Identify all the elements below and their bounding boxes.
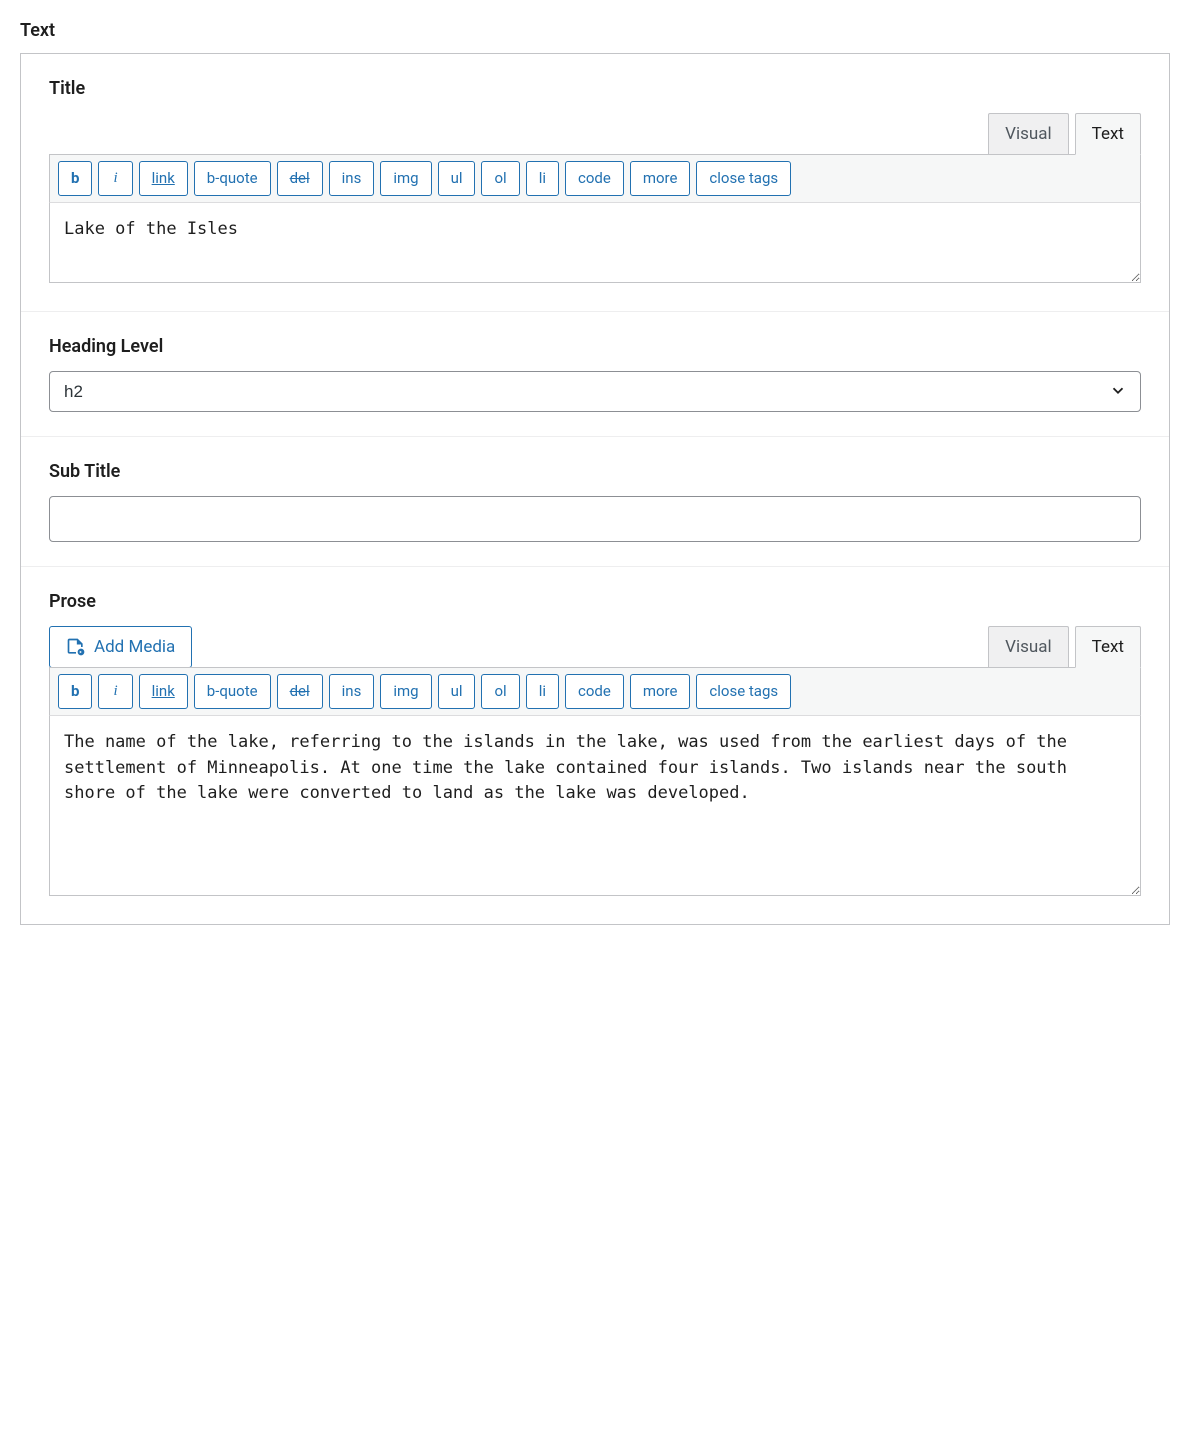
bold-button[interactable]: b [58, 161, 92, 196]
more-button[interactable]: more [630, 161, 691, 196]
del-button[interactable]: del [277, 161, 323, 196]
tab-text[interactable]: Text [1075, 113, 1141, 155]
prose-editor-tabs: Visual Text [982, 626, 1141, 668]
link-button[interactable]: link [139, 161, 188, 196]
link-button[interactable]: link [139, 674, 188, 709]
close-tags-button[interactable]: close tags [696, 161, 791, 196]
img-button[interactable]: img [380, 161, 431, 196]
add-media-label: Add Media [94, 637, 175, 657]
prose-toolbar: b i link b-quote del ins img ul ol li co… [49, 667, 1141, 716]
li-button[interactable]: li [526, 161, 559, 196]
img-button[interactable]: img [380, 674, 431, 709]
title-editor-tabs: Visual Text [49, 113, 1141, 155]
ul-button[interactable]: ul [438, 161, 476, 196]
heading-level-field-block: Heading Level h2 [21, 312, 1169, 437]
title-toolbar: b i link b-quote del ins img ul ol li co… [49, 154, 1141, 203]
fields-container: Title Visual Text b i link b-quote del i… [20, 53, 1170, 925]
prose-field-block: Prose Add Media Visual Text b i link b-q… [21, 567, 1169, 924]
del-button[interactable]: del [277, 674, 323, 709]
tab-text[interactable]: Text [1075, 626, 1141, 668]
heading-level-select[interactable]: h2 [49, 371, 1141, 412]
bquote-button[interactable]: b-quote [194, 674, 271, 709]
subtitle-field-block: Sub Title [21, 437, 1169, 567]
code-button[interactable]: code [565, 161, 624, 196]
media-icon [66, 637, 86, 657]
ul-button[interactable]: ul [438, 674, 476, 709]
more-button[interactable]: more [630, 674, 691, 709]
italic-button[interactable]: i [98, 674, 132, 709]
close-tags-button[interactable]: close tags [696, 674, 791, 709]
section-header: Text [20, 20, 1170, 41]
li-button[interactable]: li [526, 674, 559, 709]
tab-visual[interactable]: Visual [988, 113, 1068, 155]
tab-visual[interactable]: Visual [988, 626, 1068, 668]
prose-label: Prose [49, 591, 1141, 612]
code-button[interactable]: code [565, 674, 624, 709]
heading-level-label: Heading Level [49, 336, 1141, 357]
prose-textarea[interactable] [49, 716, 1141, 896]
subtitle-input[interactable] [49, 496, 1141, 542]
ins-button[interactable]: ins [329, 674, 375, 709]
ol-button[interactable]: ol [481, 161, 519, 196]
add-media-button[interactable]: Add Media [49, 626, 192, 668]
italic-button[interactable]: i [98, 161, 132, 196]
title-field-block: Title Visual Text b i link b-quote del i… [21, 54, 1169, 312]
ol-button[interactable]: ol [481, 674, 519, 709]
text-section: Text Title Visual Text b i link b-quote … [20, 20, 1170, 925]
title-textarea[interactable] [49, 203, 1141, 283]
bquote-button[interactable]: b-quote [194, 161, 271, 196]
subtitle-label: Sub Title [49, 461, 1141, 482]
title-label: Title [49, 78, 1141, 99]
ins-button[interactable]: ins [329, 161, 375, 196]
bold-button[interactable]: b [58, 674, 92, 709]
